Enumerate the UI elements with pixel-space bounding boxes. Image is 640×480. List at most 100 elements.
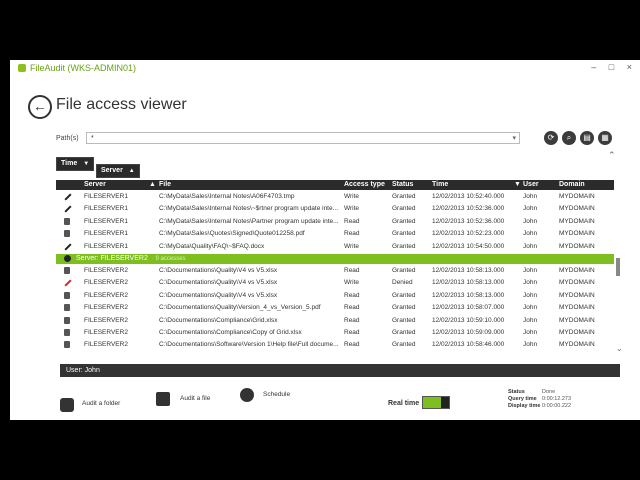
chevron-down-icon[interactable]: ▾ — [512, 133, 516, 145]
realtime-toggle[interactable] — [422, 396, 450, 409]
app-title: FileAudit (WKS-ADMIN01) — [30, 63, 137, 73]
grid-scrollbar[interactable] — [616, 258, 620, 276]
cell-status: Granted — [392, 329, 416, 336]
file-access-grid: Server ▲ File Access type Status Time ▼ … — [56, 180, 614, 350]
export-icon[interactable]: ▦ — [598, 131, 612, 145]
sort-desc-icon[interactable]: ▼ — [514, 181, 521, 188]
col-header-status[interactable]: Status — [392, 181, 413, 188]
cell-domain: MYDOMAIN — [559, 329, 595, 336]
col-header-access-type[interactable]: Access type — [344, 181, 385, 188]
cell-time: 12/02/2013 10:58:13.000 — [432, 291, 505, 299]
table-row[interactable]: FILESERVER2 C:\Documentations\Compliance\… — [56, 327, 614, 339]
cell-server: FILESERVER1 — [84, 230, 128, 238]
folder-icon[interactable] — [60, 398, 74, 412]
audit-file-button[interactable]: Audit a file — [180, 395, 210, 402]
close-button[interactable]: × — [627, 62, 632, 72]
minimize-button[interactable]: – — [591, 62, 596, 72]
document-icon — [64, 316, 70, 324]
cell-server: FILESERVER2 — [84, 316, 128, 324]
table-row[interactable]: FILESERVER1 C:\MyData\Sales\Internal Note… — [56, 191, 614, 203]
cell-access: Write — [344, 205, 360, 213]
cell-file: C:\MyData\Sales\Internal Notes\~$rtner p… — [159, 205, 339, 213]
maximize-button[interactable]: □ — [609, 62, 614, 72]
group-band-label: Server: FILESERVER2 — [76, 255, 148, 262]
cell-access: Read — [344, 329, 360, 336]
group-chip-time[interactable]: Time ▼ — [56, 157, 95, 171]
pencil-denied-icon — [64, 279, 70, 286]
sort-asc-icon[interactable]: ▲ — [149, 181, 156, 188]
cell-status: Granted — [392, 193, 416, 200]
cell-status: Granted — [392, 304, 416, 312]
cell-domain: MYDOMAIN — [559, 341, 595, 349]
cell-file: C:\Documentations\Quality\V4 vs V5.xlsx — [159, 267, 278, 274]
cell-access: Write — [344, 279, 360, 287]
status-bar: User: John — [60, 364, 620, 377]
stat-row: Status Done — [508, 389, 588, 396]
document-icon — [64, 230, 70, 238]
cell-domain: MYDOMAIN — [559, 291, 595, 299]
path-label: Path(s) — [56, 135, 79, 142]
col-header-user[interactable]: User — [523, 181, 539, 188]
audit-folder-button[interactable]: Audit a folder — [82, 400, 120, 407]
stat-label: Display time — [508, 403, 541, 409]
table-row[interactable]: FILESERVER2 C:\Documentations\Quality\V4 … — [56, 265, 614, 277]
stat-row: Query time 0:00:12.273 — [508, 396, 588, 403]
cell-status: Granted — [392, 267, 416, 274]
stat-row: Display time 0:00:00.222 — [508, 403, 588, 410]
cell-user: John — [523, 242, 538, 250]
table-row[interactable]: FILESERVER1 C:\MyData\Sales\Internal Note… — [56, 216, 614, 228]
cell-domain: MYDOMAIN — [559, 316, 595, 324]
file-icon[interactable] — [156, 392, 170, 406]
col-header-domain[interactable]: Domain — [559, 181, 585, 188]
collapse-group-icon[interactable] — [64, 255, 71, 262]
col-header-file[interactable]: File — [159, 181, 171, 188]
bottom-bar: Audit a folder Audit a file Schedule Rea… — [10, 378, 640, 420]
stat-value: 0:00:00.222 — [542, 403, 572, 409]
pencil-icon — [64, 193, 70, 200]
clock-icon[interactable] — [240, 388, 254, 402]
cell-status: Granted — [392, 341, 416, 349]
group-chip-server[interactable]: Server ▲ — [96, 164, 140, 178]
cell-file: C:\Documentations\Quality\V4 vs V5.xlsx — [159, 291, 278, 299]
print-icon[interactable]: ▤ — [580, 131, 594, 145]
chevron-up-icon[interactable]: ⌃ — [608, 150, 616, 161]
toggle-knob — [441, 397, 449, 408]
cell-server: FILESERVER1 — [84, 217, 128, 225]
chevron-down-icon[interactable]: ⌄ — [616, 344, 623, 353]
col-header-server[interactable]: Server — [84, 181, 106, 188]
cell-status: Granted — [392, 205, 416, 213]
table-row[interactable]: FILESERVER2 C:\Documentations\Quality\V4 … — [56, 290, 614, 302]
cell-file: C:\MyData\Sales\Quotes\Signed\Quote01225… — [159, 230, 305, 238]
cell-domain: MYDOMAIN — [559, 304, 595, 312]
cell-time: 12/02/2013 10:58:13.000 — [432, 267, 505, 274]
cell-user: John — [523, 279, 538, 287]
table-row[interactable]: FILESERVER1 C:\MyData\Sales\Quotes\Signed… — [56, 228, 614, 240]
app-logo-icon — [18, 64, 26, 72]
cell-server: FILESERVER1 — [84, 193, 128, 200]
cell-user: John — [523, 193, 538, 200]
cell-file: C:\Documentations\Compliance\Grid.xlsx — [159, 316, 278, 324]
cell-access: Read — [344, 316, 360, 324]
table-row[interactable]: FILESERVER2 C:\Documentations\Quality\Ver… — [56, 302, 614, 314]
refresh-icon[interactable]: ⟳ — [544, 131, 558, 145]
path-input[interactable]: * ▾ — [86, 132, 520, 144]
table-row[interactable]: FILESERVER2 C:\Documentations\Compliance\… — [56, 315, 614, 327]
back-arrow-icon[interactable]: ← — [28, 95, 52, 119]
col-header-time[interactable]: Time — [432, 181, 448, 188]
cell-time: 12/02/2013 10:58:13.000 — [432, 279, 505, 287]
table-row[interactable]: FILESERVER2 C:\Documentations\Software\Ve… — [56, 339, 614, 350]
cell-user: John — [523, 316, 538, 324]
cell-user: John — [523, 291, 538, 299]
cell-time: 12/02/2013 10:52:36.000 — [432, 205, 505, 213]
search-icon[interactable]: ⌕ — [562, 131, 576, 145]
chevron-up-icon: ▲ — [128, 168, 135, 174]
table-row[interactable]: FILESERVER1 C:\MyData\Sales\Internal Note… — [56, 203, 614, 215]
table-row[interactable]: FILESERVER2 C:\Documentations\Quality\V4 … — [56, 277, 614, 289]
group-band-fileserver2[interactable]: Server: FILESERVER2 · 9 accesses — [56, 254, 614, 264]
schedule-button[interactable]: Schedule — [263, 391, 290, 398]
cell-access: Read — [344, 217, 360, 225]
table-row[interactable]: FILESERVER1 C:\MyData\Quality\FAQ\~$FAQ.d… — [56, 241, 614, 253]
page-title: File access viewer — [56, 96, 187, 113]
cell-user: John — [523, 304, 538, 312]
window-controls: – □ × — [581, 62, 632, 72]
